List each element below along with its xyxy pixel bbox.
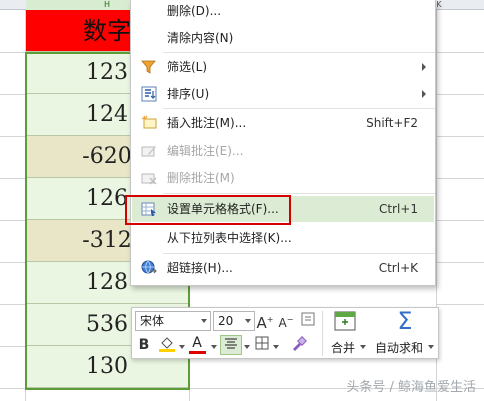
menu-item-format-cells[interactable]: 设置单元格格式(F)... Ctrl+1: [132, 196, 434, 222]
grid-line: [436, 262, 484, 263]
chevron-down-icon[interactable]: [211, 345, 217, 349]
menu-item-clear-contents[interactable]: 清除内容(N): [132, 25, 434, 51]
menu-item-label: 排序(U): [167, 87, 210, 101]
menu-item-edit-comment[interactable]: 编辑批注(E)...: [132, 138, 434, 164]
menu-item-sort[interactable]: 排序(U): [132, 81, 434, 107]
menu-item-hyperlink[interactable]: 超链接(H)... Ctrl+K: [132, 255, 434, 281]
grid-line: [0, 136, 26, 137]
menu-item-label: 编辑批注(E)...: [167, 144, 244, 158]
chevron-down-icon: [201, 319, 207, 323]
decrease-font-icon[interactable]: A−: [277, 311, 295, 330]
merge-cells-icon[interactable]: [333, 310, 357, 332]
grid-line: [0, 178, 26, 179]
grid-line: [0, 304, 26, 305]
grid-line: [0, 52, 26, 53]
grid-line: [0, 220, 26, 221]
menu-item-label: 删除(D)...: [167, 4, 222, 18]
grid-line: [436, 220, 484, 221]
sort-icon: [140, 85, 158, 103]
chevron-down-icon[interactable]: [360, 345, 366, 349]
font-color-bar: [189, 351, 206, 354]
format-painter-icon[interactable]: [290, 335, 308, 353]
borders-icon[interactable]: [253, 335, 271, 353]
font-size-value: 20: [218, 314, 234, 328]
chevron-down-icon[interactable]: [179, 345, 185, 349]
chevron-down-icon: [245, 319, 251, 323]
grid-line: [436, 136, 484, 137]
menu-item-insert-comment[interactable]: 插入批注(M)... Shift+F2: [132, 110, 434, 136]
autosum-button-label[interactable]: 自动求和: [375, 339, 423, 356]
insert-comment-icon: [140, 114, 158, 132]
menu-item-shortcut: Shift+F2: [366, 116, 418, 130]
grid-line: [436, 304, 484, 305]
grid-line: [0, 346, 26, 347]
menu-item-label: 筛选(L): [167, 60, 208, 74]
font-size-select[interactable]: 20: [213, 311, 255, 331]
grid-line: [0, 388, 26, 389]
format-cells-icon: [140, 200, 158, 218]
menu-item-delete-comment[interactable]: 删除批注(M): [132, 165, 434, 191]
filter-icon: [140, 58, 158, 76]
menu-item-label: 从下拉列表中选择(K)...: [167, 231, 292, 245]
menu-item-shortcut: Ctrl+K: [378, 261, 418, 275]
autosum-icon[interactable]: Σ: [393, 308, 417, 334]
mini-toolbar: 宋体 20 A+ A− B A 合并 Σ 自动求和: [131, 307, 439, 359]
menu-item-shortcut: Ctrl+1: [378, 202, 418, 216]
menu-item-label: 清除内容(N): [167, 31, 234, 45]
grid-line: [0, 262, 26, 263]
menu-item-label: 删除批注(M): [167, 171, 235, 185]
menu-item-delete[interactable]: 删除(D)...: [132, 0, 434, 24]
grid-line: [436, 94, 484, 95]
fill-color-icon[interactable]: [158, 335, 176, 353]
context-menu: 删除(D)... 清除内容(N) 筛选(L) 排序(U) 插入批注(M)... …: [130, 0, 436, 286]
submenu-arrow-icon: [422, 63, 426, 71]
font-color-icon[interactable]: A: [188, 334, 206, 352]
menu-separator: [163, 108, 435, 109]
merge-button-label[interactable]: 合并: [331, 339, 355, 356]
chevron-down-icon[interactable]: [273, 345, 279, 349]
menu-item-label: 设置单元格格式(F)...: [167, 202, 279, 216]
font-name-select[interactable]: 宋体: [135, 311, 211, 331]
font-name-value: 宋体: [140, 314, 165, 328]
delete-comment-icon: [140, 169, 158, 187]
grid-line: [0, 94, 26, 95]
clear-format-icon[interactable]: [299, 311, 317, 329]
chevron-down-icon[interactable]: [244, 345, 250, 349]
align-center-icon[interactable]: [220, 335, 242, 355]
menu-item-pick-from-list[interactable]: 从下拉列表中选择(K)...: [132, 225, 434, 251]
menu-separator: [163, 193, 435, 194]
menu-separator: [163, 253, 435, 254]
submenu-arrow-icon: [422, 90, 426, 98]
edit-comment-icon: [140, 142, 158, 160]
grid-line: [436, 178, 484, 179]
menu-item-filter[interactable]: 筛选(L): [132, 54, 434, 80]
toolbar-separator: [322, 311, 323, 356]
grid-line: [436, 52, 484, 53]
increase-font-icon[interactable]: A+: [256, 311, 274, 332]
watermark: 头条号 / 鲸海鱼爱生活: [346, 380, 476, 395]
menu-item-label: 超链接(H)...: [167, 261, 233, 275]
menu-separator: [163, 52, 435, 53]
hyperlink-icon: [140, 259, 158, 277]
bold-button[interactable]: B: [135, 336, 153, 354]
menu-item-label: 插入批注(M)...: [167, 116, 247, 130]
chevron-down-icon[interactable]: [428, 345, 434, 349]
